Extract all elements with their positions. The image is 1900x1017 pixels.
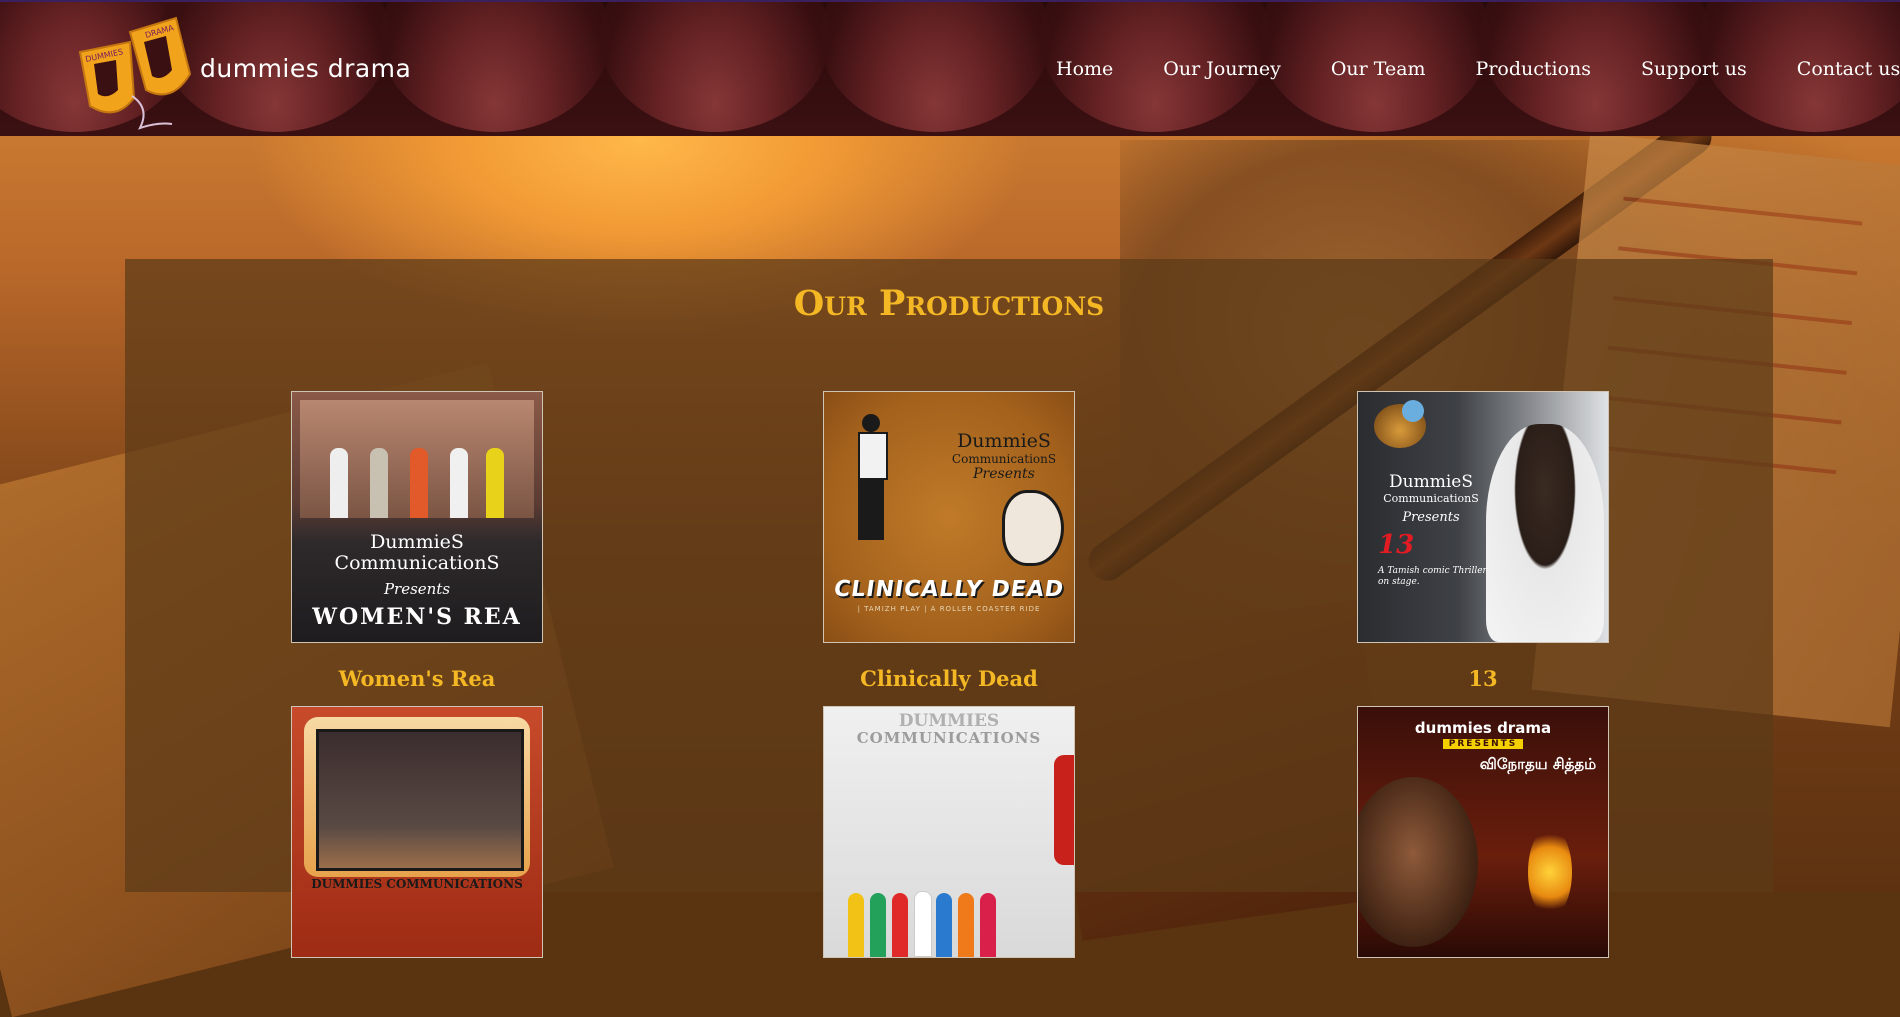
poster-text: விநோதய சித்தம் [1479, 755, 1597, 773]
poster-text: dummies drama [1414, 719, 1552, 737]
poster-text: PRESENTS [1443, 739, 1523, 749]
nav-support-us[interactable]: Support us [1641, 58, 1747, 80]
production-title[interactable]: 13 [1358, 666, 1608, 691]
production-item: DUMMIES COMMUNICATIONS [292, 707, 542, 957]
poster-text: DummieS [957, 430, 1051, 452]
masks-logo-icon: DUMMIES DRAMA [78, 16, 192, 130]
poster-text: A Tamish comic Thriller on stage. [1378, 566, 1487, 587]
production-poster-womens-rea[interactable]: DummieS CommunicationS Presents WOMEN'S R… [292, 392, 542, 642]
nav-contact-us[interactable]: Contact us [1797, 58, 1900, 80]
main-nav: Home Our Journey Our Team Productions Su… [1056, 58, 1900, 80]
site-brand-name: dummies drama [200, 54, 412, 83]
poster-text: Presents [973, 466, 1035, 482]
poster-text: DUMMIES COMMUNICATIONS [311, 877, 523, 891]
poster-text: Presents [383, 580, 451, 598]
poster-text: WOMEN'S REA [312, 604, 522, 630]
nav-our-team[interactable]: Our Team [1331, 58, 1426, 80]
production-item: DummieS CommunicationS Presents CLINICAL… [824, 392, 1074, 691]
production-poster-6[interactable]: dummies drama PRESENTS விநோதய சித்தம் [1358, 707, 1608, 957]
production-item: DummieS CommunicationS Presents WOMEN'S R… [292, 392, 542, 691]
poster-text: | TAMIZH PLAY | A ROLLER COASTER RIDE [857, 605, 1041, 613]
nav-home[interactable]: Home [1056, 58, 1113, 80]
production-poster-4[interactable]: DUMMIES COMMUNICATIONS [292, 707, 542, 957]
poster-text: DummieS CommunicationS [334, 531, 500, 574]
poster-text: 13 [1378, 530, 1415, 560]
production-title[interactable]: Clinically Dead [824, 666, 1074, 691]
production-item: DummieS CommunicationS Presents 13 A Tam… [1358, 392, 1608, 691]
production-poster-13[interactable]: DummieS CommunicationS Presents 13 A Tam… [1358, 392, 1608, 642]
poster-text: DUMMIES [898, 711, 1000, 731]
poster-text: COMMUNICATIONS [856, 729, 1042, 747]
site-logo[interactable]: DUMMIES DRAMA [72, 12, 192, 132]
site-header: DUMMIES DRAMA dummies drama Home Our Jou… [0, 0, 1900, 136]
nav-productions[interactable]: Productions [1476, 58, 1591, 80]
productions-panel: Our Productions DummieS CommunicationS Pr… [125, 259, 1773, 957]
production-item: dummies drama PRESENTS விநோதய சித்தம் [1358, 707, 1608, 957]
production-poster-clinically-dead[interactable]: DummieS CommunicationS Presents CLINICAL… [824, 392, 1074, 642]
production-item: DUMMIES COMMUNICATIONS [824, 707, 1074, 957]
poster-text: Presents [1402, 510, 1460, 525]
production-title[interactable]: Women's Rea [292, 666, 542, 691]
poster-text: CommunicationS [951, 452, 1057, 466]
nav-our-journey[interactable]: Our Journey [1163, 58, 1281, 80]
page-title: Our Productions [793, 283, 1105, 324]
poster-text: CommunicationS [1383, 492, 1479, 505]
production-poster-5[interactable]: DUMMIES COMMUNICATIONS [824, 707, 1074, 957]
poster-text: DummieS [1389, 472, 1473, 492]
poster-text: CLINICALLY DEAD [832, 577, 1066, 602]
